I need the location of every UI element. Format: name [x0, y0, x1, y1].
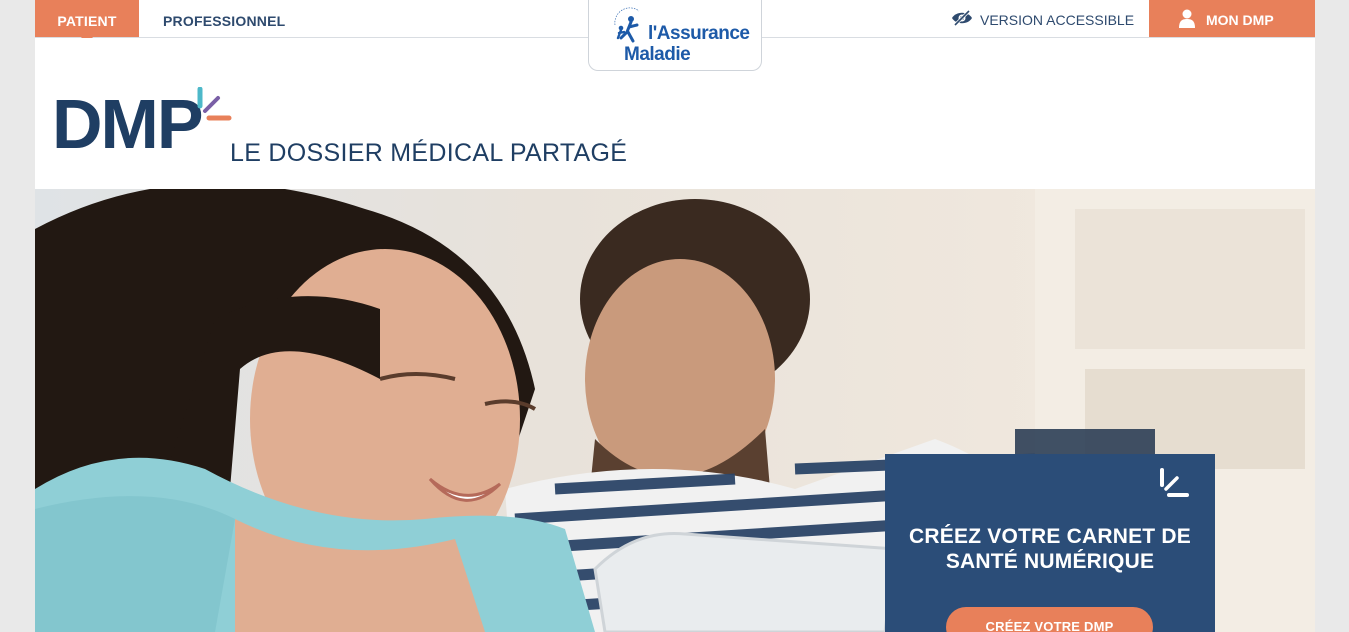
- eye-slash-icon: [952, 10, 972, 26]
- create-dmp-button[interactable]: CRÉEZ VOTRE DMP: [946, 607, 1153, 632]
- mon-dmp-label: MON DMP: [1206, 12, 1274, 28]
- tab-professionnel-label: PROFESSIONNEL: [163, 13, 286, 29]
- dmp-spark-icon: [1160, 468, 1189, 497]
- mon-dmp-button[interactable]: MON DMP: [1149, 0, 1315, 37]
- assurance-maladie-logo[interactable]: l'Assurance Maladie: [588, 0, 762, 71]
- tab-patient-label: PATIENT: [57, 13, 117, 29]
- hero-banner: CRÉEZ VOTRE CARNET DE SANTÉ NUMÉRIQUE CR…: [35, 189, 1315, 632]
- user-icon: [1179, 9, 1195, 28]
- assurance-maladie-emblem-icon: [614, 7, 640, 43]
- brand-subtitle: LE DOSSIER MÉDICAL PARTAGÉ: [230, 139, 628, 167]
- accessible-version-label: VERSION ACCESSIBLE: [980, 12, 1135, 28]
- cta-panel: CRÉEZ VOTRE CARNET DE SANTÉ NUMÉRIQUE CR…: [885, 454, 1215, 632]
- dmp-logo-text: DMP: [52, 85, 204, 163]
- cta-title-line-1: CRÉEZ VOTRE CARNET DE: [909, 525, 1191, 548]
- page: PATIENT PROFESSIONNEL l'Assurance Maladi…: [35, 0, 1315, 632]
- tab-patient[interactable]: PATIENT: [35, 0, 139, 44]
- dmp-spark-icon: [197, 87, 232, 121]
- logo-line-2: Maladie: [624, 44, 691, 65]
- logo-line-1: l'Assurance: [648, 23, 750, 44]
- cta-title: CRÉEZ VOTRE CARNET DE SANTÉ NUMÉRIQUE: [885, 524, 1215, 574]
- top-navigation: PATIENT PROFESSIONNEL l'Assurance Maladi…: [35, 0, 1315, 71]
- cta-title-line-2: SANTÉ NUMÉRIQUE: [945, 550, 1155, 573]
- tab-professionnel[interactable]: PROFESSIONNEL: [163, 0, 285, 37]
